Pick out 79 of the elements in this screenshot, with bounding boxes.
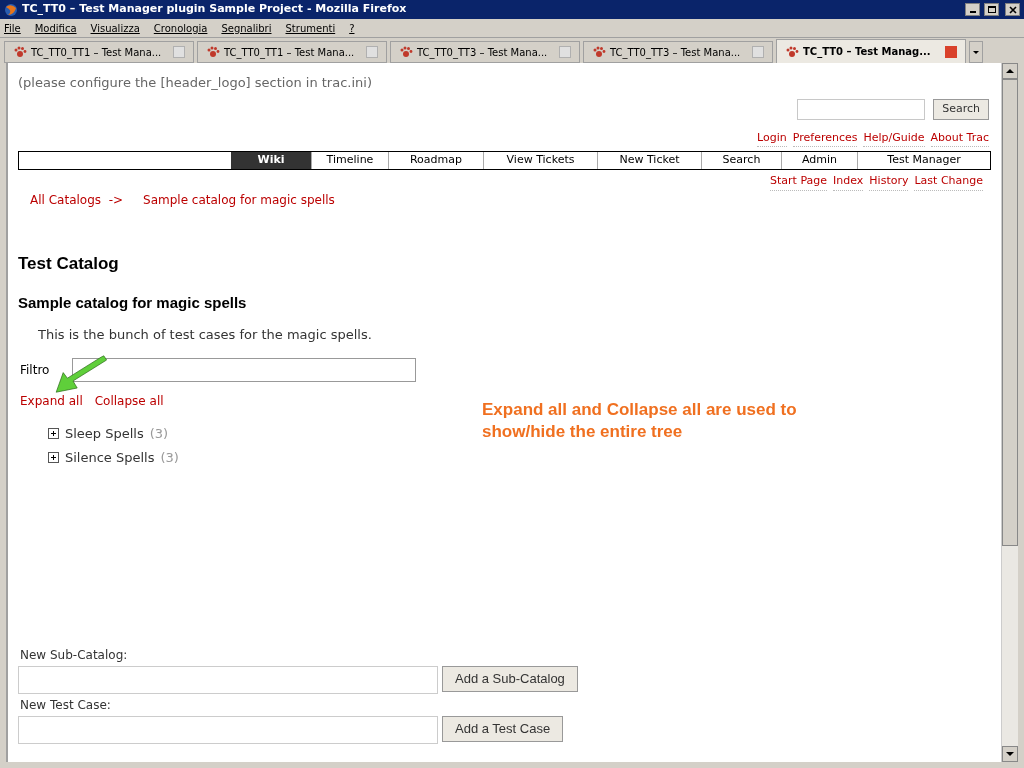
menu-item[interactable]: Modifica [34, 20, 77, 36]
meta-nav-link[interactable]: Preferences [792, 129, 858, 147]
tree-item[interactable]: Sleep Spells [65, 424, 144, 444]
context-nav-link[interactable]: Last Change [914, 173, 983, 191]
meta-nav-link[interactable]: Login [757, 129, 787, 147]
meta-nav-link[interactable]: Help/Guide [863, 129, 925, 147]
expand-icon[interactable] [48, 428, 59, 440]
paw-icon [592, 45, 606, 59]
close-icon[interactable] [366, 46, 378, 58]
menu-item[interactable]: Cronologia [153, 20, 208, 36]
scroll-thumb[interactable] [1002, 79, 1018, 546]
context-nav-link[interactable]: Start Page [770, 173, 828, 191]
form-label: New Sub-Catalog: [20, 647, 129, 664]
catalog-heading: Sample catalog for magic spells [18, 293, 248, 313]
maximize-button[interactable] [984, 3, 999, 16]
paw-icon [785, 44, 799, 59]
context-nav-link[interactable]: Index [833, 173, 864, 191]
search-field[interactable] [797, 98, 926, 120]
menu-item[interactable]: Visualizza [90, 20, 140, 36]
search-button[interactable]: Search [933, 98, 989, 120]
close-icon[interactable] [173, 46, 185, 58]
close-icon[interactable] [559, 46, 571, 58]
form-label: New Test Case: [20, 697, 112, 714]
nav-tab[interactable]: Test Manager [857, 152, 990, 169]
item-count: (3) [149, 425, 169, 443]
minimize-button[interactable] [965, 3, 980, 16]
menu-item[interactable]: Strumenti [285, 20, 336, 36]
window-title: TC_TT0 – Test Manager plugin Sample Project - Mozilla Firefox [22, 1, 407, 18]
add-button[interactable]: Add a Test Case [442, 716, 564, 742]
add-button[interactable]: Add a Sub-Catalog [442, 666, 578, 692]
paw-icon [399, 45, 413, 59]
annotation-text: Expand all and Collapse all are used to show/hide the entire tree [482, 399, 798, 443]
item-count: (3) [160, 448, 179, 467]
breadcrumb-link[interactable]: All Catalogs -> [30, 190, 124, 209]
browser-tab[interactable]: TC_TT0_TT1 – Test Mana... [4, 41, 194, 63]
nav-tab[interactable]: New Ticket [597, 152, 701, 169]
browser-tab[interactable]: TC_TT0_TT1 – Test Mana... [197, 41, 387, 63]
context-nav-link[interactable]: History [869, 173, 909, 191]
tab-title: TC_TT0_TT1 – Test Mana... [31, 45, 163, 60]
page-heading: Test Catalog [18, 252, 120, 275]
header-note: (please configure the [header_logo] section in trac.ini) [18, 74, 373, 92]
paw-icon [206, 45, 220, 59]
catalog-description: This is the bunch of test cases for the magic spells. [38, 325, 373, 344]
nav-tab[interactable]: Wiki [231, 152, 311, 169]
paw-icon [13, 45, 27, 59]
tree-item[interactable]: Silence Spells [65, 447, 155, 467]
arrow-icon [52, 353, 108, 395]
scrollbar[interactable] [1001, 63, 1018, 762]
tab-title: TC_TT0_TT3 – Test Mana... [417, 45, 549, 60]
nav-tab[interactable]: View Tickets [483, 152, 597, 169]
close-button[interactable] [1005, 3, 1020, 16]
tree-toggle-link[interactable]: Collapse all [94, 392, 164, 410]
filter-label: Filtro [20, 362, 51, 379]
nav-tab[interactable]: Search [701, 152, 781, 169]
browser-tab[interactable]: TC_TT0_TT3 – Test Mana... [583, 41, 773, 63]
expand-icon[interactable] [48, 451, 59, 463]
meta-nav-link[interactable]: About Trac [930, 129, 989, 147]
nav-tab[interactable]: Admin [781, 152, 857, 169]
name-field[interactable] [18, 716, 438, 744]
menu-item[interactable]: File [4, 20, 21, 36]
scroll-down-button[interactable] [1002, 746, 1018, 762]
nav-tab[interactable]: Roadmap [388, 152, 483, 169]
browser-tab[interactable]: TC_TT0 – Test Manag... [776, 39, 966, 63]
tab-title: TC_TT0 – Test Manag... [803, 45, 932, 59]
filter-field[interactable] [72, 358, 416, 382]
tab-list-button[interactable] [969, 41, 983, 63]
scroll-up-button[interactable] [1002, 63, 1018, 79]
close-icon[interactable] [945, 45, 957, 58]
browser-tab[interactable]: TC_TT0_TT3 – Test Mana... [390, 41, 580, 63]
close-icon[interactable] [752, 46, 764, 58]
breadcrumb-link[interactable]: Sample catalog for magic spells [143, 190, 335, 209]
nav-tab[interactable]: Timeline [311, 152, 388, 169]
tab-title: TC_TT0_TT3 – Test Mana... [610, 45, 742, 60]
menu-item[interactable]: ? [349, 20, 355, 36]
tab-title: TC_TT0_TT1 – Test Mana... [224, 45, 356, 60]
name-field[interactable] [18, 666, 438, 694]
menu-item[interactable]: Segnalibri [221, 20, 272, 36]
tree-toggle-link[interactable]: Expand all [20, 392, 83, 410]
browser-logo-icon [4, 2, 18, 17]
